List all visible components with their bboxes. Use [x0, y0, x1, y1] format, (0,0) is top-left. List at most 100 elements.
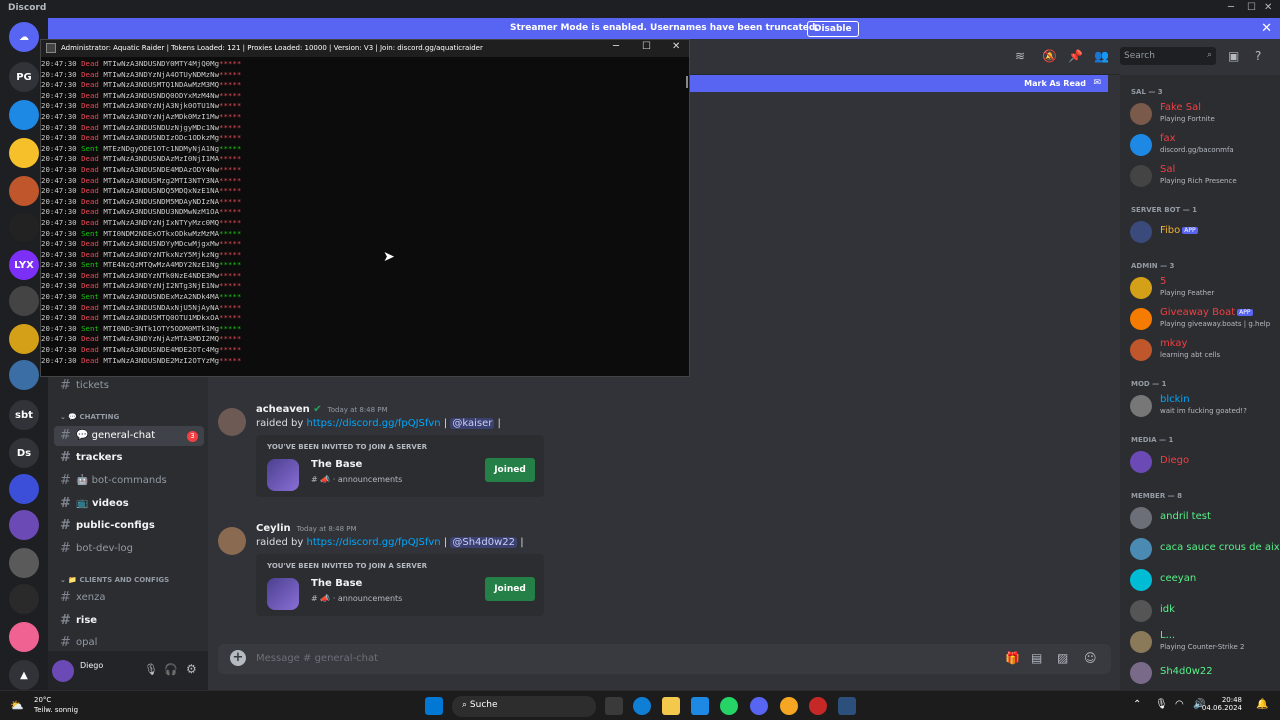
server-icon[interactable]	[9, 474, 39, 504]
avatar[interactable]	[218, 527, 246, 555]
server-pg[interactable]: PG	[9, 62, 39, 92]
member-item[interactable]: Fake Sal Playing Fortnite	[1130, 101, 1275, 129]
close-banner-icon[interactable]: ✕	[1261, 21, 1272, 36]
server-icon[interactable]	[9, 622, 39, 652]
minimize-icon[interactable]: ─	[1228, 2, 1234, 13]
member-item[interactable]: caca sauce crous de aix	[1130, 536, 1280, 564]
threads-icon[interactable]: ≋	[1015, 49, 1025, 63]
gif-icon[interactable]: ▤	[1031, 651, 1042, 665]
member-item[interactable]: Sal Playing Rich Presence	[1130, 163, 1275, 191]
channel-xenza[interactable]: # xenza	[54, 588, 204, 608]
add-attachment-icon[interactable]: +	[230, 650, 246, 666]
wifi-icon[interactable]: ◠	[1175, 699, 1184, 710]
task-view-icon[interactable]	[605, 697, 623, 715]
close-icon[interactable]: ✕	[1264, 2, 1272, 13]
channel-opal[interactable]: # opal	[54, 633, 204, 653]
microphone-icon[interactable]: 🎙	[144, 663, 158, 676]
server-ds[interactable]: Ds	[9, 438, 39, 468]
inbox-icon[interactable]: ▣	[1228, 49, 1239, 63]
app-icon[interactable]	[809, 697, 827, 715]
edge-icon[interactable]	[633, 697, 651, 715]
start-icon[interactable]	[425, 697, 443, 715]
channel-general-chat[interactable]: # 💬 general-chat 3	[54, 426, 204, 446]
message-input[interactable]: Message # general-chat	[256, 653, 378, 664]
whatsapp-icon[interactable]	[720, 697, 738, 715]
terminal-icon[interactable]	[838, 697, 856, 715]
server-sbt[interactable]: sbt	[9, 400, 39, 430]
member-item[interactable]: 5 Playing Feather	[1130, 275, 1275, 303]
sticker-icon[interactable]: ▨	[1057, 651, 1068, 665]
console-close-icon[interactable]: ✕	[672, 41, 680, 52]
avatar[interactable]	[218, 408, 246, 436]
server-icon[interactable]: ▲	[9, 660, 39, 690]
maximize-icon[interactable]: ☐	[1247, 2, 1256, 13]
mail-icon[interactable]	[691, 697, 709, 715]
channel-trackers[interactable]: # trackers	[54, 448, 204, 468]
console-maximize-icon[interactable]: ☐	[642, 41, 651, 52]
member-item[interactable]: Diego	[1130, 449, 1275, 477]
category-chatting[interactable]: ⌄ 💬 CHATTING	[60, 413, 119, 421]
help-icon[interactable]: ?	[1255, 49, 1261, 63]
server-icon[interactable]	[267, 459, 299, 491]
console-scrollbar[interactable]	[686, 76, 688, 88]
taskbar-clock[interactable]: 20:48 04.06.2024	[1202, 696, 1242, 712]
discord-icon[interactable]	[750, 697, 768, 715]
member-item[interactable]: blckin wait im fucking goated!?	[1130, 393, 1275, 421]
channel-bot-commands[interactable]: # 🤖 bot-commands	[54, 471, 204, 491]
avatar[interactable]	[52, 660, 74, 682]
invite-link[interactable]: https://discord.gg/fpQJSfvn	[307, 418, 441, 429]
pin-icon[interactable]: 📌	[1068, 49, 1083, 63]
member-item[interactable]: andril test	[1130, 505, 1275, 533]
console-minimize-icon[interactable]: ─	[613, 41, 619, 52]
server-icon[interactable]	[9, 510, 39, 540]
joined-button[interactable]: Joined	[485, 577, 535, 601]
channel-rise[interactable]: # rise	[54, 611, 204, 631]
server-icon[interactable]	[9, 212, 39, 242]
mute-bell-icon[interactable]: 🔕	[1042, 49, 1057, 63]
invite-link[interactable]: https://discord.gg/fpQJSfvn	[307, 537, 441, 548]
member-item[interactable]: Fibo APP	[1130, 219, 1275, 247]
channel-public-configs[interactable]: # public-configs	[54, 516, 204, 536]
message-composer[interactable]: + Message # general-chat 🎁 ▤ ▨ ☺	[218, 644, 1111, 674]
server-icon[interactable]	[9, 100, 39, 130]
member-item[interactable]: mkay learning abt cells	[1130, 337, 1275, 365]
notifications-icon[interactable]: 🔔	[1256, 699, 1268, 710]
server-icon[interactable]	[9, 176, 39, 206]
message-author[interactable]: Ceylin Today at 8:48 PM	[256, 523, 357, 534]
disable-streamer-mode-button[interactable]: Disable	[807, 21, 859, 37]
server-icon[interactable]	[9, 286, 39, 316]
gear-icon[interactable]: ⚙	[186, 662, 197, 676]
gift-icon[interactable]: 🎁	[1005, 651, 1020, 665]
user-mention[interactable]: @kaiser	[450, 418, 495, 429]
server-icon[interactable]	[9, 548, 39, 578]
search-input[interactable]: Search ⌕	[1120, 47, 1216, 65]
channel-bot-dev-log[interactable]: # bot-dev-log	[54, 539, 204, 559]
member-item[interactable]: Giveaway Boat APP Playing giveaway.boats |…	[1130, 306, 1275, 334]
server-lyx[interactable]: LYX	[9, 250, 39, 280]
server-icon[interactable]	[9, 138, 39, 168]
member-item[interactable]: idk	[1130, 598, 1275, 626]
tray-chevron-icon[interactable]: ⌃	[1133, 699, 1141, 710]
home-icon[interactable]: ☁	[9, 22, 39, 52]
headphones-icon[interactable]: 🎧	[164, 663, 178, 676]
user-mention[interactable]: @Sh4d0w22	[450, 537, 518, 548]
file-explorer-icon[interactable]	[662, 697, 680, 715]
member-item[interactable]: fax discord.gg/baconmfa	[1130, 132, 1275, 160]
joined-button[interactable]: Joined	[485, 458, 535, 482]
mark-as-read-button[interactable]: Mark As Read	[1024, 79, 1086, 88]
channel-videos[interactable]: # 📺 videos	[54, 494, 204, 514]
server-icon[interactable]	[9, 360, 39, 390]
emoji-icon[interactable]: ☺	[1084, 651, 1097, 665]
server-icon[interactable]	[267, 578, 299, 610]
channel-tickets[interactable]: # tickets	[54, 376, 204, 396]
microphone-icon[interactable]: 🎙	[1155, 699, 1168, 710]
message-author[interactable]: acheaven ✔ Today at 8:48 PM	[256, 404, 388, 415]
server-icon[interactable]	[9, 584, 39, 614]
member-item[interactable]: L... Playing Counter-Strike 2	[1130, 629, 1275, 657]
members-icon[interactable]: 👥	[1094, 49, 1109, 63]
taskbar-search[interactable]: ⌕ Suche	[452, 696, 596, 717]
server-icon[interactable]	[9, 324, 39, 354]
app-icon[interactable]	[780, 697, 798, 715]
category-clients-and-configs[interactable]: ⌄ 📁 CLIENTS AND CONFIGS	[60, 576, 169, 584]
member-item[interactable]: Sh4d0w22	[1130, 660, 1275, 688]
